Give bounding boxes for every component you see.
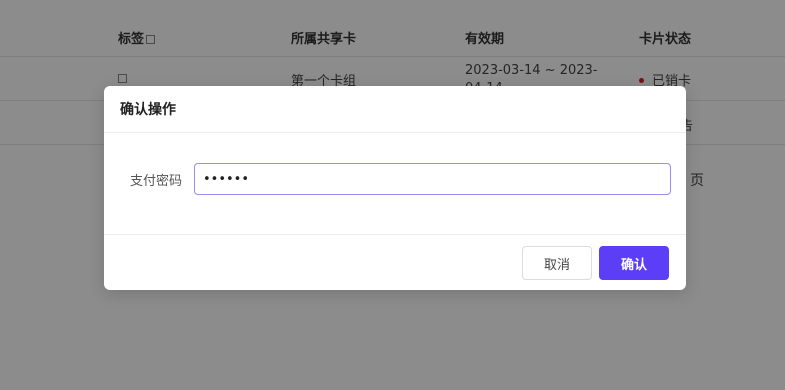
dialog-header: 确认操作 — [104, 86, 686, 133]
payment-password-label: 支付密码 — [130, 174, 183, 189]
dialog-body: 支付密码 — [104, 133, 686, 234]
confirm-dialog: 确认操作 支付密码 取消 确认 — [104, 86, 686, 290]
confirm-button[interactable]: 确认 — [599, 246, 669, 280]
dialog-title: 确认操作 — [120, 102, 176, 118]
dialog-footer: 取消 确认 — [104, 234, 686, 290]
cancel-button[interactable]: 取消 — [522, 246, 592, 280]
payment-password-input[interactable] — [194, 163, 671, 195]
